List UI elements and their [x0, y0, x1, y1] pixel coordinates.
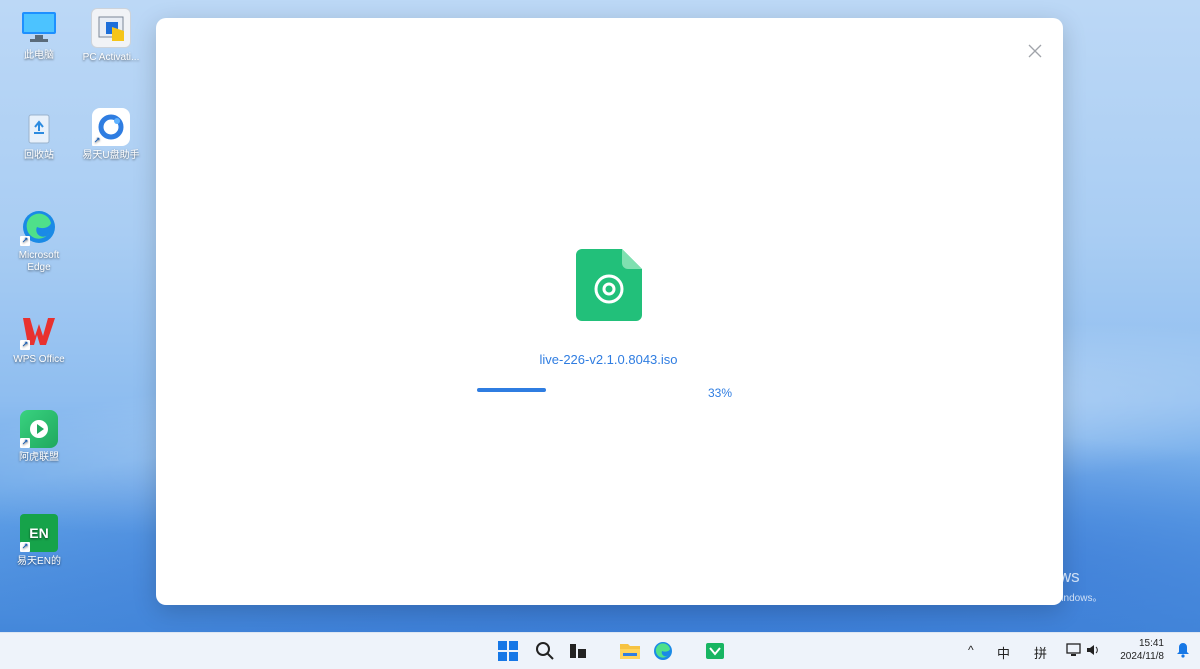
file-explorer-button[interactable] [618, 639, 642, 663]
desktop-icon-label: 易天EN的 [17, 556, 61, 567]
progress-bar [477, 388, 687, 392]
clock-time: 15:41 [1138, 638, 1164, 649]
network-status-button[interactable] [1066, 642, 1082, 661]
file-explorer-icon [620, 644, 640, 659]
recycle-bin-icon [20, 108, 58, 146]
disc-image-file-icon [576, 249, 642, 321]
store-icon [706, 643, 724, 659]
desktop-icon-usb-helper[interactable]: ↗ 易天U盘助手 [80, 108, 142, 162]
search-button[interactable] [533, 639, 557, 663]
bell-icon [1177, 643, 1189, 658]
watermark-subtitle: 转到"设置"以激活 Windows。 [972, 593, 1103, 604]
desktop-icon-label: 易天U盘助手 [82, 150, 140, 161]
progress-bar-fill [477, 388, 547, 392]
edge-icon: ↗ [20, 208, 58, 246]
taskbar: ^ 中 拼 15:41 2024/11/8 [0, 632, 1200, 669]
desktop-icon-label: 阿虎联盟 [19, 452, 59, 463]
volume-icon [1087, 645, 1098, 655]
ime-mode-indicator[interactable]: 拼 [1034, 643, 1047, 662]
desktop-icon-pc-activation[interactable]: PC Activati... [80, 8, 142, 64]
start-icon [498, 641, 518, 661]
store-button[interactable] [703, 639, 727, 663]
shortcut-arrow-icon: ↗ [92, 136, 102, 146]
download-dialog: live-226-v2.1.0.8043.iso 33% [156, 18, 1063, 605]
desktop-icon-label: Microsoft Edge [18, 250, 60, 273]
task-view-button[interactable] [566, 639, 590, 663]
edge-taskbar-button[interactable] [651, 639, 675, 663]
app-window-icon [91, 8, 131, 48]
progress-percent: 33% [708, 386, 733, 400]
shortcut-arrow-icon: ↗ [20, 340, 30, 350]
close-icon [1028, 44, 1042, 58]
desktop-icon-label: PC Activati... [82, 52, 140, 63]
desktop-icon-label: 此电脑 [24, 50, 54, 61]
volume-button[interactable] [1085, 642, 1101, 661]
desktop-icon-en-app[interactable]: EN ↗ 易天EN的 [8, 514, 70, 568]
system-clock[interactable]: 15:41 2024/11/8 [1120, 637, 1164, 663]
task-view-icon [570, 644, 586, 658]
start-button[interactable] [496, 639, 520, 663]
desktop-icon-recycle-bin[interactable]: 回收站 [8, 108, 70, 162]
green-app-icon: ↗ [20, 410, 58, 448]
close-button[interactable] [1025, 42, 1045, 62]
desktop-icon-label: 回收站 [24, 150, 54, 161]
desktop-icon-wps[interactable]: ↗ WPS Office [8, 312, 70, 366]
file-name: live-226-v2.1.0.8043.iso [539, 352, 678, 367]
desktop-icon-label: WPS Office [13, 354, 65, 365]
ime-language-indicator[interactable]: 中 [997, 643, 1010, 662]
tray-overflow-chevron[interactable]: ^ [968, 643, 974, 657]
notification-button[interactable] [1176, 642, 1190, 661]
desktop-icon-this-pc[interactable]: 此电脑 [8, 8, 70, 62]
edge-icon [654, 642, 672, 660]
wps-icon: ↗ [20, 312, 58, 350]
desktop-icon-edge[interactable]: ↗ Microsoft Edge [8, 208, 70, 274]
clock-date: 2024/11/8 [1120, 651, 1164, 662]
search-icon [536, 642, 554, 660]
activation-watermark: 激活 Windows 转到"设置"以激活 Windows。 [972, 562, 1102, 604]
shortcut-arrow-icon: ↗ [20, 236, 30, 246]
usb-helper-icon: ↗ [92, 108, 130, 146]
network-icon [1066, 643, 1081, 656]
en-app-icon: EN ↗ [20, 514, 58, 552]
shortcut-arrow-icon: ↗ [20, 542, 30, 552]
watermark-title: 激活 Windows [972, 567, 1080, 586]
shortcut-arrow-icon: ↗ [20, 438, 30, 448]
computer-icon [20, 8, 58, 46]
desktop-icon-green-app[interactable]: ↗ 阿虎联盟 [8, 410, 70, 464]
